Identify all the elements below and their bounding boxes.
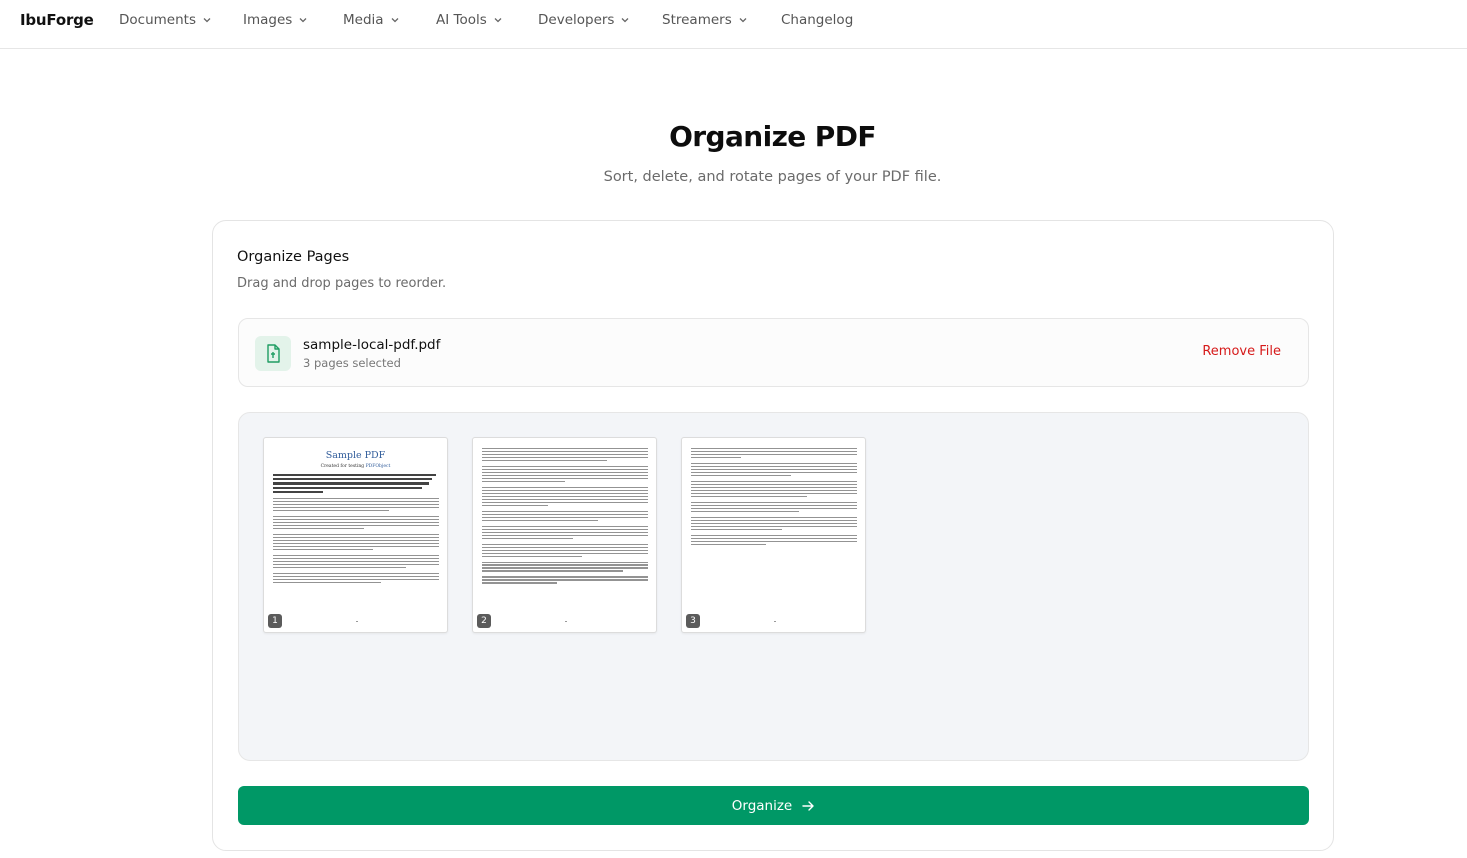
file-pages-count: 3 pages selected — [303, 356, 401, 370]
page-text-lines — [482, 448, 648, 585]
nav-label: Images — [243, 12, 293, 28]
page-number-badge: 1 — [268, 614, 282, 628]
nav-images[interactable]: Images — [243, 12, 308, 28]
arrow-right-icon — [802, 800, 814, 811]
chevron-down-icon — [494, 18, 502, 23]
nav-label: Streamers — [662, 12, 732, 28]
page-text-lines — [273, 474, 439, 585]
nav-media[interactable]: Media — [343, 12, 400, 28]
nav-developers[interactable]: Developers — [538, 12, 630, 28]
page-thumbnail-1[interactable]: Sample PDF Created for testing PDFObject… — [263, 437, 448, 633]
remove-file-button[interactable]: Remove File — [1202, 344, 1281, 359]
page-number-badge: 2 — [477, 614, 491, 628]
nav-label: Changelog — [781, 12, 854, 28]
nav-label: Developers — [538, 12, 615, 28]
nav-documents[interactable]: Documents — [119, 12, 212, 28]
nav-streamers[interactable]: Streamers — [662, 12, 748, 28]
organize-button[interactable]: Organize — [238, 786, 1309, 825]
page-subtitle: Sort, delete, and rotate pages of your P… — [603, 169, 942, 185]
card-title: Organize Pages — [237, 249, 350, 265]
page-title: Organize PDF — [669, 120, 876, 153]
pdf-page-heading: Sample PDF — [325, 450, 386, 461]
organize-label: Organize — [731, 797, 793, 814]
file-icon — [255, 336, 291, 371]
chevron-down-icon — [622, 18, 629, 23]
file-row: sample-local-pdf.pdf 3 pages selected Re… — [238, 318, 1309, 387]
brand-logo[interactable]: IbuForge — [20, 11, 94, 29]
pages-dropzone[interactable]: Sample PDF Created for testing PDFObject… — [238, 412, 1309, 761]
nav-label: Documents — [119, 12, 196, 28]
top-navbar: IbuForge Documents Images Media AI Tools… — [0, 0, 1467, 49]
chevron-down-icon — [391, 18, 399, 23]
page-number-badge: 3 — [686, 614, 700, 628]
page-text-lines — [691, 448, 857, 547]
pdf-page-credit: Created for testing PDFObject — [320, 464, 391, 469]
page-thumbnail-3[interactable]: 3 — [681, 437, 866, 633]
chevron-down-icon — [299, 18, 307, 23]
file-name: sample-local-pdf.pdf — [303, 337, 441, 353]
organize-card: Organize Pages Drag and drop pages to re… — [212, 220, 1334, 851]
nav-label: Media — [343, 12, 384, 28]
card-subtitle: Drag and drop pages to reorder. — [237, 276, 447, 291]
nav-ai-tools[interactable]: AI Tools — [436, 12, 503, 28]
chevron-down-icon — [203, 18, 211, 23]
nav-changelog[interactable]: Changelog — [781, 12, 853, 28]
page-thumbnail-2[interactable]: 2 — [472, 437, 657, 633]
nav-label: AI Tools — [436, 12, 487, 28]
chevron-down-icon — [739, 18, 747, 23]
